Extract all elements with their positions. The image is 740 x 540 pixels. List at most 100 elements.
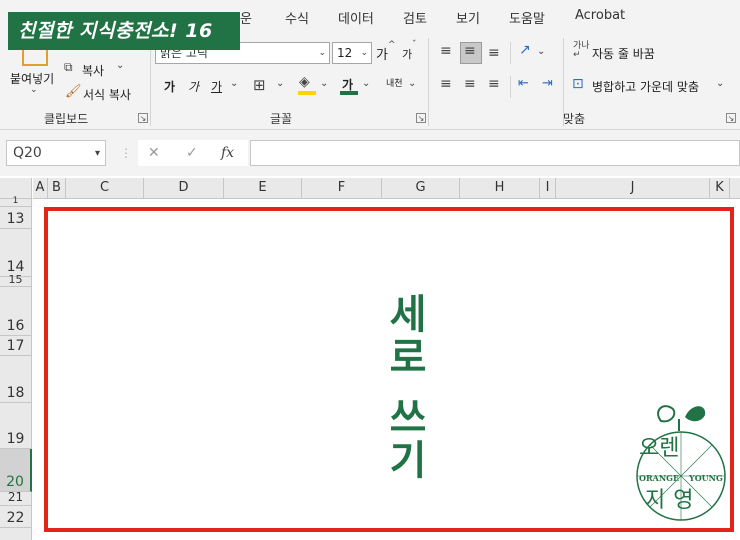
copy-dropdown-icon[interactable]: ⌄ — [116, 60, 124, 71]
ribbon: 운 수식 데이터 검토 보기 도움말 Acrobat 친절한 지식충전소! 16… — [0, 0, 740, 130]
logo-text-en-left: ORANGE — [639, 473, 679, 483]
row-header[interactable]: 1 — [0, 197, 32, 207]
align-top-icon[interactable]: ≡ — [440, 43, 452, 59]
borders-dropdown-icon[interactable]: ⌄ — [276, 78, 284, 89]
divider — [150, 38, 151, 126]
alignment-launcher-icon[interactable]: ↘ — [726, 113, 736, 123]
column-header[interactable]: A — [33, 178, 48, 199]
insert-function-icon[interactable]: fx — [221, 145, 234, 161]
align-middle-icon[interactable]: ≡ — [464, 43, 476, 59]
tab-help[interactable]: 도움말 — [509, 8, 545, 27]
column-header[interactable]: D — [144, 178, 224, 199]
highlight-frame: 세로 쓰기 오렌 ORANGE YOUNG 지영 — [44, 207, 734, 532]
underline-dropdown-icon[interactable]: ⌄ — [230, 78, 238, 89]
column-header[interactable]: F — [302, 178, 382, 199]
enter-icon[interactable]: ✓ — [186, 145, 198, 161]
row-header[interactable]: 18 — [0, 356, 32, 403]
borders-icon[interactable]: ⊞ — [253, 76, 266, 94]
logo-text-top: 오렌 — [639, 436, 679, 461]
name-box-value: Q20 — [13, 145, 42, 161]
font-size-select[interactable]: 12 ⌄ — [332, 42, 372, 64]
divider — [510, 42, 511, 64]
copy-button[interactable]: 복사 — [82, 62, 104, 79]
column-header — [730, 178, 740, 199]
align-bottom-icon[interactable]: ≡ — [488, 45, 500, 61]
column-header[interactable]: K — [710, 178, 730, 199]
merge-center-icon[interactable]: ⊡ — [572, 76, 584, 92]
row-header[interactable]: 15 — [0, 274, 32, 287]
chevron-down-icon: ⌄ — [360, 48, 368, 58]
format-painter-button[interactable]: 서식 복사 — [83, 86, 131, 103]
font-color-swatch — [340, 91, 358, 95]
tab-acrobat[interactable]: Acrobat — [575, 8, 625, 23]
row-header — [0, 528, 32, 540]
row-header[interactable]: 17 — [0, 336, 32, 356]
font-color-dropdown-icon[interactable]: ⌄ — [362, 78, 370, 89]
chevron-down-icon: ⌄ — [318, 48, 326, 58]
increase-indent-icon[interactable]: ⇥ — [542, 76, 553, 91]
row-header[interactable]: 21 — [0, 491, 32, 506]
row-header[interactable]: 22 — [0, 506, 32, 528]
more-options-icon: ⋮ — [120, 146, 132, 160]
copy-icon[interactable]: ⧉ — [64, 60, 73, 75]
phonetic-dropdown-icon[interactable]: ⌄ — [408, 78, 416, 89]
column-header[interactable]: E — [224, 178, 302, 199]
tab-formulas[interactable]: 수식 — [285, 8, 309, 27]
column-header[interactable]: C — [66, 178, 144, 199]
tab-view[interactable]: 보기 — [456, 8, 480, 27]
grow-font-button[interactable]: 가 — [376, 44, 388, 63]
wrap-text-button[interactable]: 자동 줄 바꿈 — [592, 45, 655, 62]
paste-icon[interactable] — [22, 48, 48, 66]
decrease-indent-icon[interactable]: ⇤ — [518, 76, 529, 91]
title-banner: 친절한 지식충전소! 16 — [8, 12, 240, 50]
underline-button[interactable]: 가 — [211, 78, 222, 95]
fill-dropdown-icon[interactable]: ⌄ — [320, 78, 328, 89]
font-size-value: 12 — [337, 46, 353, 60]
row-header[interactable]: 13 — [0, 207, 32, 229]
orange-young-logo-icon: 오렌 ORANGE YOUNG 지영 — [636, 405, 726, 521]
column-header[interactable]: G — [382, 178, 460, 199]
orientation-icon[interactable]: ↗ — [519, 42, 531, 58]
chevron-down-icon: ▾ — [94, 148, 100, 159]
logo-text-en-right: YOUNG — [688, 473, 723, 483]
caret-up-icon: ^ — [388, 40, 396, 50]
font-launcher-icon[interactable]: ↘ — [416, 113, 426, 123]
divider — [428, 38, 429, 126]
formula-input[interactable] — [250, 140, 740, 166]
bold-button[interactable]: 가 — [164, 78, 175, 95]
format-painter-icon[interactable]: 🖌 — [65, 84, 82, 99]
align-left-icon[interactable]: ≡ — [440, 76, 452, 92]
row-header[interactable]: 16 — [0, 287, 32, 336]
merge-center-button[interactable]: 병합하고 가운데 맞춤 — [592, 78, 699, 95]
column-header[interactable]: I — [540, 178, 556, 199]
vertical-text: 세로 쓰기 — [381, 292, 427, 482]
shrink-font-button[interactable]: 가 — [402, 46, 412, 62]
align-center-icon[interactable]: ≡ — [464, 76, 476, 92]
divider — [510, 76, 511, 98]
fill-color-icon[interactable]: ◈ — [299, 74, 310, 90]
paste-dropdown-icon[interactable]: ⌄ — [30, 85, 38, 95]
alignment-group-label: 맞춤 — [563, 112, 586, 126]
tab-data[interactable]: 데이터 — [338, 8, 374, 27]
row-header[interactable]: 19 — [0, 403, 32, 449]
wrap-text-icon[interactable]: 가나 ↵ — [573, 42, 590, 60]
orientation-dropdown-icon[interactable]: ⌄ — [537, 46, 545, 57]
name-box[interactable]: Q20 ▾ — [6, 140, 106, 166]
column-header[interactable]: J — [556, 178, 710, 199]
caret-down-icon: ˇ — [412, 40, 417, 50]
column-header[interactable]: H — [460, 178, 540, 199]
logo-text-bottom: 지영 — [645, 488, 701, 513]
phonetic-button[interactable]: 내천 — [386, 76, 403, 89]
column-header[interactable]: B — [48, 178, 66, 199]
italic-button[interactable]: 가 — [188, 78, 199, 95]
row-header-selected[interactable]: 20 — [0, 449, 32, 492]
row-header[interactable]: 14 — [0, 229, 32, 277]
merge-dropdown-icon[interactable]: ⌄ — [716, 78, 724, 89]
cancel-icon[interactable]: ✕ — [148, 145, 160, 161]
clipboard-group-label: 클립보드 — [44, 112, 89, 126]
clipboard-launcher-icon[interactable]: ↘ — [138, 113, 148, 123]
align-right-icon[interactable]: ≡ — [488, 76, 500, 92]
font-group-label: 글꼴 — [270, 112, 293, 126]
tab-layout[interactable]: 운 — [240, 8, 252, 27]
tab-review[interactable]: 검토 — [403, 8, 427, 27]
